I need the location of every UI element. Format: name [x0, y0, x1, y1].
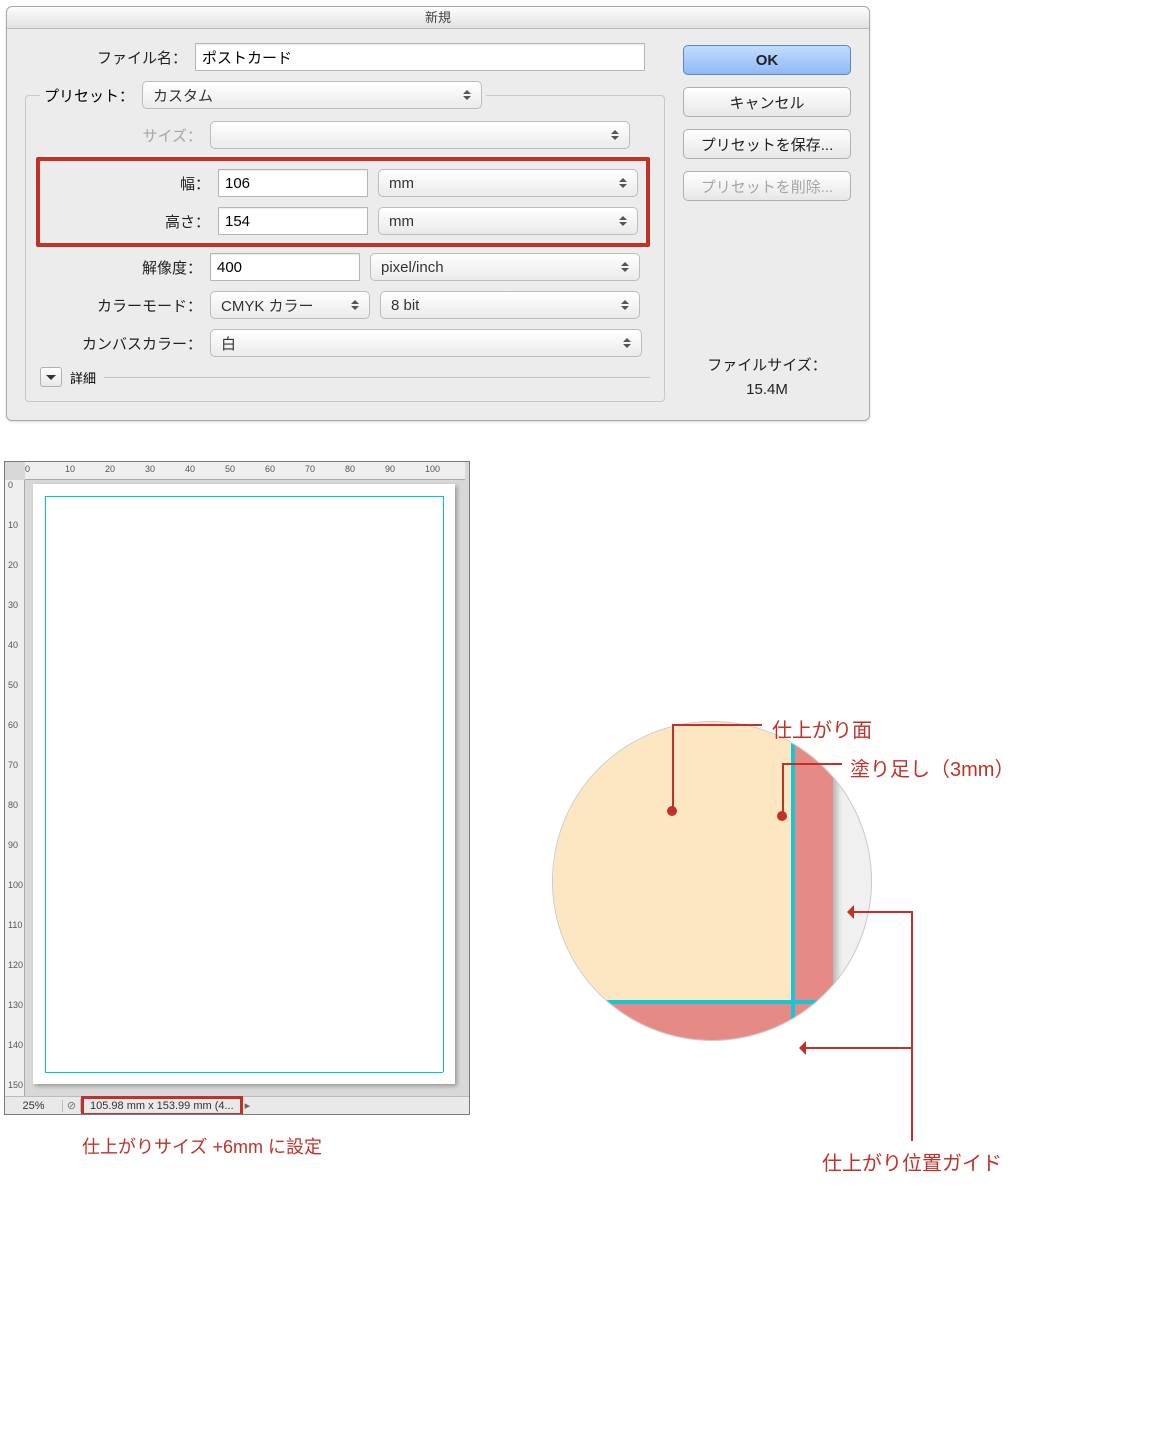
preset-select[interactable]: カスタム — [142, 81, 482, 109]
chevron-right-icon: ▸ — [245, 1099, 251, 1112]
canvas-page[interactable] — [33, 484, 455, 1084]
canvascolor-select[interactable]: 白 — [210, 329, 642, 357]
colordepth-select[interactable]: 8 bit — [380, 291, 640, 319]
document-window: 0102030405060708090100 01020304050607080… — [4, 461, 470, 1115]
width-unit-select[interactable]: mm — [378, 169, 638, 197]
zoom-diagram: 仕上がり面 塗り足し（3mm） 仕上がり位置ガイド — [532, 461, 1152, 1159]
resolution-label: 解像度： — [40, 257, 210, 278]
filename-input[interactable] — [195, 43, 645, 71]
save-preset-button[interactable]: プリセットを保存... — [683, 129, 851, 159]
height-unit-select[interactable]: mm — [378, 207, 638, 235]
document-dimensions[interactable]: 105.98 mm x 153.99 mm (4... — [81, 1096, 243, 1116]
new-document-dialog: 新規 ファイル名： プリセット： カスタム サイズ： — [6, 6, 870, 421]
delete-preset-button: プリセットを削除... — [683, 171, 851, 201]
colormode-select[interactable]: CMYK カラー — [210, 291, 370, 319]
horizontal-ruler: 0102030405060708090100 — [25, 462, 465, 480]
cancel-button[interactable]: キャンセル — [683, 87, 851, 117]
resize-grip-icon — [823, 992, 843, 1012]
resolution-unit-select[interactable]: pixel/inch — [370, 253, 640, 281]
detail-label: 詳細 — [70, 368, 96, 387]
highlight-size-box: 幅： mm 高さ： mm — [36, 157, 650, 247]
filesize-label: ファイルサイズ： — [683, 354, 851, 378]
divider — [104, 377, 650, 378]
no-icon: ⊘ — [63, 1099, 81, 1112]
filesize-value: 15.4M — [683, 378, 851, 402]
size-label: サイズ： — [40, 125, 210, 146]
zoom-bubble — [552, 721, 872, 1041]
zoom-level[interactable]: 25% — [5, 1100, 63, 1112]
canvascolor-label: カンバスカラー： — [40, 333, 210, 354]
height-input[interactable] — [218, 207, 368, 235]
preset-group: プリセット： カスタム サイズ： 幅： — [25, 81, 665, 402]
filename-label: ファイル名： — [25, 47, 195, 68]
vertical-ruler: 0102030405060708090100110120130140150 — [5, 480, 25, 1096]
status-bar: 25% ⊘ 105.98 mm x 153.99 mm (4... ▸ — [5, 1096, 469, 1114]
caption-size-setting: 仕上がりサイズ +6mm に設定 — [82, 1133, 472, 1159]
colormode-label: カラーモード： — [40, 295, 210, 316]
size-select — [210, 121, 630, 149]
detail-disclosure-button[interactable] — [40, 367, 62, 387]
height-label: 高さ： — [48, 211, 218, 232]
preset-label: プリセット： — [44, 85, 134, 106]
width-input[interactable] — [218, 169, 368, 197]
dialog-title: 新規 — [7, 7, 869, 29]
resolution-input[interactable] — [210, 253, 360, 281]
width-label: 幅： — [48, 173, 218, 194]
ok-button[interactable]: OK — [683, 45, 851, 75]
